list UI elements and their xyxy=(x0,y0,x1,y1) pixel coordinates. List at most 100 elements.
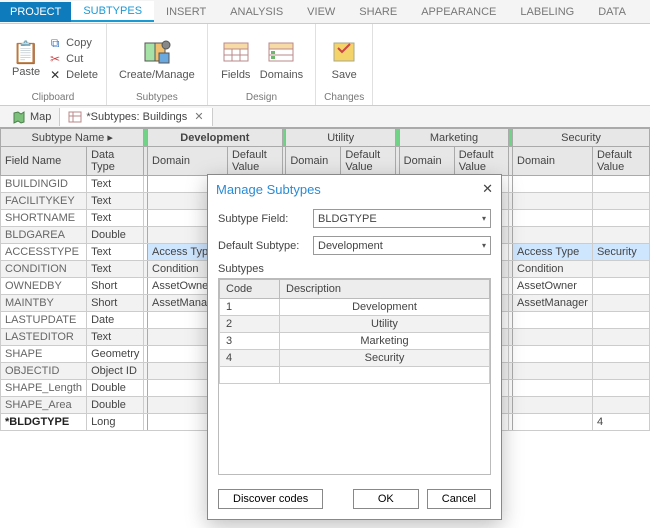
table-cell[interactable] xyxy=(513,414,593,431)
table-cell[interactable]: Text xyxy=(87,210,144,227)
header-development[interactable]: Development xyxy=(148,129,283,147)
cut-button[interactable]: ✂ Cut xyxy=(48,52,98,66)
table-cell[interactable] xyxy=(513,227,593,244)
col-domain-2[interactable]: Domain xyxy=(286,147,341,176)
col-data-type[interactable]: Data Type xyxy=(87,147,144,176)
table-cell[interactable]: Text xyxy=(87,329,144,346)
doc-tab-map[interactable]: Map xyxy=(4,108,60,126)
table-cell[interactable] xyxy=(592,363,649,380)
table-cell[interactable]: Short xyxy=(87,295,144,312)
table-cell[interactable]: BLDGAREA xyxy=(1,227,87,244)
list-item[interactable]: 2Utility xyxy=(220,316,490,333)
table-cell[interactable] xyxy=(513,210,593,227)
tab-project[interactable]: PROJECT xyxy=(0,2,71,22)
table-cell[interactable]: 4 xyxy=(592,414,649,431)
close-icon[interactable]: ✕ xyxy=(191,110,203,123)
table-cell[interactable]: Access Type xyxy=(513,244,593,261)
header-security[interactable]: Security xyxy=(513,129,650,147)
delete-button[interactable]: ✕ Delete xyxy=(48,68,98,82)
doc-tab-subtypes[interactable]: *Subtypes: Buildings ✕ xyxy=(60,108,212,126)
table-cell[interactable]: OWNEDBY xyxy=(1,278,87,295)
table-cell[interactable]: AssetManager xyxy=(513,295,593,312)
table-cell[interactable]: FACILITYKEY xyxy=(1,193,87,210)
cell-desc[interactable]: Security xyxy=(280,350,490,367)
tab-labeling[interactable]: LABELING xyxy=(508,2,586,22)
table-cell[interactable] xyxy=(592,329,649,346)
cell-code[interactable]: 3 xyxy=(220,333,280,350)
list-item[interactable]: 1Development xyxy=(220,299,490,316)
list-item[interactable] xyxy=(220,367,490,384)
table-cell[interactable]: Text xyxy=(87,261,144,278)
dialog-close-icon[interactable]: ✕ xyxy=(482,181,493,197)
list-item[interactable]: 4Security xyxy=(220,350,490,367)
save-button[interactable]: Save xyxy=(325,28,363,90)
copy-button[interactable]: ⧉ Copy xyxy=(48,36,98,50)
col-code[interactable]: Code xyxy=(220,280,280,299)
table-cell[interactable]: Date xyxy=(87,312,144,329)
table-cell[interactable] xyxy=(592,295,649,312)
tab-data[interactable]: DATA xyxy=(586,2,638,22)
table-cell[interactable]: Short xyxy=(87,278,144,295)
cell-code[interactable]: 4 xyxy=(220,350,280,367)
table-cell[interactable]: SHAPE_Length xyxy=(1,380,87,397)
cell-desc[interactable] xyxy=(280,367,490,384)
table-cell[interactable]: Long xyxy=(87,414,144,431)
header-marketing[interactable]: Marketing xyxy=(399,129,509,147)
table-cell[interactable]: ACCESSTYPE xyxy=(1,244,87,261)
tab-view[interactable]: VIEW xyxy=(295,2,347,22)
tab-appearance[interactable]: APPEARANCE xyxy=(409,2,508,22)
table-cell[interactable]: Text xyxy=(87,244,144,261)
cancel-button[interactable]: Cancel xyxy=(427,489,491,509)
table-cell[interactable]: SHAPE_Area xyxy=(1,397,87,414)
domains-button[interactable]: Domains xyxy=(256,28,307,90)
cell-code[interactable]: 2 xyxy=(220,316,280,333)
table-cell[interactable]: Text xyxy=(87,193,144,210)
table-cell[interactable] xyxy=(592,312,649,329)
table-cell[interactable]: Condition xyxy=(513,261,593,278)
table-cell[interactable] xyxy=(592,261,649,278)
table-cell[interactable] xyxy=(592,210,649,227)
col-default-2[interactable]: Default Value xyxy=(341,147,396,176)
table-cell[interactable]: Object ID xyxy=(87,363,144,380)
cell-code[interactable] xyxy=(220,367,280,384)
table-cell[interactable] xyxy=(513,193,593,210)
col-default-4[interactable]: Default Value xyxy=(592,147,649,176)
cell-desc[interactable]: Marketing xyxy=(280,333,490,350)
table-cell[interactable] xyxy=(592,193,649,210)
header-subtype-name[interactable]: Subtype Name ▸ xyxy=(1,129,144,147)
table-cell[interactable] xyxy=(592,397,649,414)
cell-desc[interactable]: Development xyxy=(280,299,490,316)
table-cell[interactable] xyxy=(513,397,593,414)
table-cell[interactable]: Security xyxy=(592,244,649,261)
table-cell[interactable] xyxy=(513,329,593,346)
col-default-3[interactable]: Default Value xyxy=(454,147,509,176)
list-item[interactable]: 3Marketing xyxy=(220,333,490,350)
table-cell[interactable]: Double xyxy=(87,227,144,244)
header-utility[interactable]: Utility xyxy=(286,129,396,147)
table-cell[interactable]: MAINTBY xyxy=(1,295,87,312)
tab-share[interactable]: SHARE xyxy=(347,2,409,22)
discover-codes-button[interactable]: Discover codes xyxy=(218,489,323,509)
table-cell[interactable] xyxy=(513,312,593,329)
table-cell[interactable] xyxy=(513,176,593,193)
ok-button[interactable]: OK xyxy=(353,489,419,509)
col-domain-3[interactable]: Domain xyxy=(399,147,454,176)
col-description[interactable]: Description xyxy=(280,280,490,299)
subtype-field-dropdown[interactable]: BLDGTYPE ▾ xyxy=(313,209,491,228)
table-cell[interactable]: Geometry xyxy=(87,346,144,363)
default-subtype-dropdown[interactable]: Development ▾ xyxy=(313,236,491,255)
table-cell[interactable]: LASTEDITOR xyxy=(1,329,87,346)
col-domain-4[interactable]: Domain xyxy=(513,147,593,176)
fields-button[interactable]: Fields xyxy=(216,28,256,90)
cell-desc[interactable]: Utility xyxy=(280,316,490,333)
table-cell[interactable] xyxy=(513,346,593,363)
tab-analysis[interactable]: ANALYSIS xyxy=(218,2,295,22)
table-cell[interactable] xyxy=(592,278,649,295)
paste-button[interactable]: 📋 Paste xyxy=(8,38,44,80)
table-cell[interactable]: Double xyxy=(87,380,144,397)
col-domain-1[interactable]: Domain xyxy=(148,147,228,176)
table-cell[interactable]: OBJECTID xyxy=(1,363,87,380)
table-cell[interactable]: LASTUPDATE xyxy=(1,312,87,329)
table-cell[interactable] xyxy=(592,380,649,397)
table-cell[interactable]: AssetOwner xyxy=(513,278,593,295)
